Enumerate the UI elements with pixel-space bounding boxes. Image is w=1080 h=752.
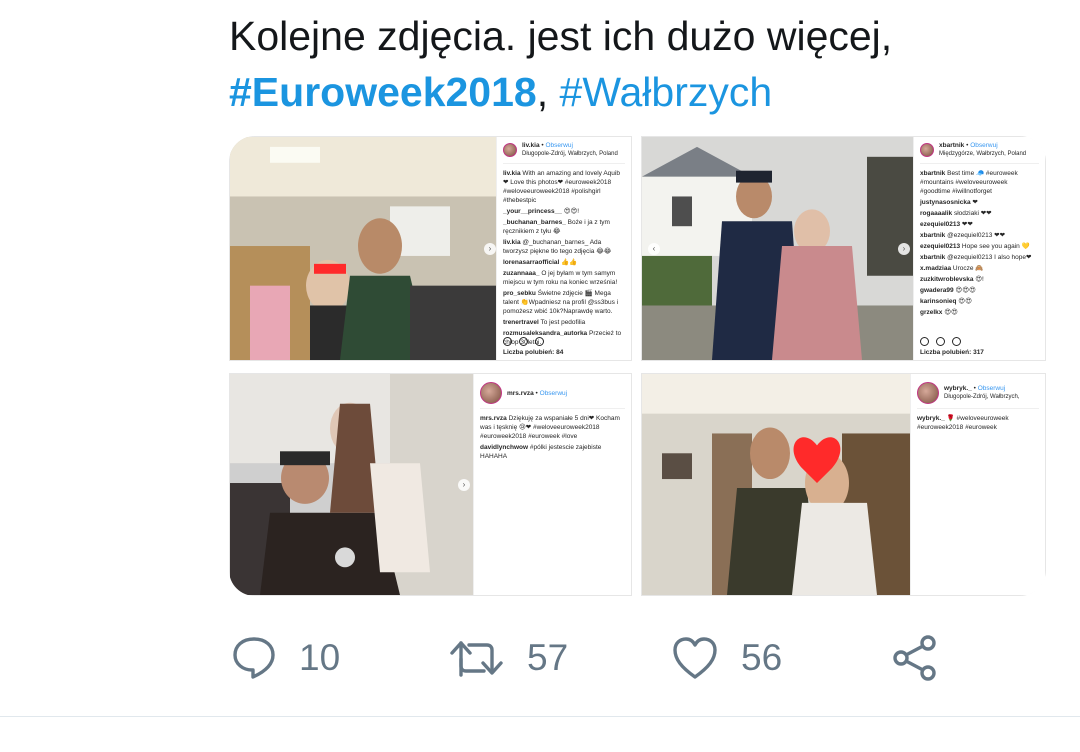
follow-link: Obserwuj: [539, 389, 568, 397]
comment: lorenasarraofficial 👍👍: [503, 259, 578, 266]
comment: wybryk._ 🌹 #weloveeuroweek #euroweek2018…: [917, 415, 1009, 431]
location: Długopole-Zdrój, Wałbrzych,: [944, 394, 1020, 400]
likes-count: Liczba polubień: 317: [920, 349, 984, 356]
instagram-header: wybryk._ • Obserwuj Długopole-Zdrój, Wał…: [917, 382, 1039, 409]
instagram-actions: [920, 337, 961, 346]
tweet-actions: 10 57 56: [229, 630, 949, 686]
likes-count: Liczba polubień: 84: [503, 349, 564, 356]
instagram-actions: [503, 337, 544, 346]
photo-mountain-hug: [642, 137, 915, 360]
retweet-count: 57: [527, 637, 569, 678]
comment: _buchanan_barnes_ Boże i ja z tym ręczni…: [503, 219, 610, 235]
photo-heart-emoji: [642, 374, 912, 595]
comment: x.madziaa Urocze 🙈: [920, 265, 984, 272]
comment: pro_sebku Świetne zdjęcie 🎬 Mega talent …: [503, 290, 619, 315]
instagram-side-panel: wybryk._ • Obserwuj Długopole-Zdrój, Wał…: [910, 374, 1045, 595]
comment-icon: [519, 337, 528, 346]
comments-list: xbartnik Best time 🧢 #euroweek #mountain…: [920, 169, 1039, 317]
share-button[interactable]: [891, 630, 939, 686]
media-tile-3[interactable]: › mrs.rvza • Obserwuj mrs.rvza Dziękuję …: [229, 373, 632, 596]
comment-icon: [936, 337, 945, 346]
comment: xbartnik @ezequiel0213 ❤❤: [920, 232, 1006, 239]
comment: xbartnik Best time 🧢 #euroweek #mountain…: [920, 170, 1018, 195]
comment: _your__princess__ 😍😍!: [503, 208, 580, 215]
hashtag-walbrzych[interactable]: #Wałbrzych: [560, 69, 773, 115]
heart-icon: [920, 337, 929, 346]
comments-list: wybryk._ 🌹 #weloveeuroweek #euroweek2018…: [917, 414, 1039, 432]
comment: liv.kia With an amazing and lovely Aquib…: [503, 170, 620, 204]
follow-link: Obserwuj: [545, 142, 573, 149]
instagram-side-panel: mrs.rvza • Obserwuj mrs.rvza Dziękuję za…: [473, 374, 631, 595]
avatar: [480, 382, 502, 404]
instagram-username: liv.kia: [522, 142, 540, 149]
instagram-header: xbartnik • Obserwuj Międzygórze, Wałbrzy…: [920, 141, 1039, 164]
retweet-button[interactable]: 57: [449, 630, 568, 686]
instagram-header: liv.kia • Obserwuj Długopole-Zdrój, Wałb…: [503, 141, 625, 164]
instagram-username: mrs.rvza: [507, 389, 534, 397]
share-icon: [535, 337, 544, 346]
instagram-username: wybryk._: [944, 385, 972, 392]
like-button[interactable]: 56: [671, 630, 782, 686]
prev-arrow-icon[interactable]: ‹: [648, 242, 660, 255]
location: Długopole-Zdrój, Wałbrzych, Poland: [522, 151, 618, 157]
avatar: [920, 143, 934, 157]
location: Międzygórze, Wałbrzych, Poland: [939, 151, 1027, 157]
reply-button[interactable]: 10: [231, 630, 340, 686]
comments-list: liv.kia With an amazing and lovely Aquib…: [503, 169, 625, 347]
comment: zuzkitwroblevska 😍!: [920, 276, 984, 283]
follow-link: Obserwuj: [970, 142, 998, 149]
comments-list: mrs.rvza Dziękuję za wspaniałe 5 dni❤ Ko…: [480, 414, 625, 461]
media-tile-4[interactable]: wybryk._ • Obserwuj Długopole-Zdrój, Wał…: [641, 373, 1046, 596]
instagram-side-panel: xbartnik • Obserwuj Międzygórze, Wałbrzy…: [913, 137, 1045, 360]
next-arrow-icon[interactable]: ›: [458, 478, 470, 491]
tweet-text: Kolejne zdjęcia. jest ich dużo więcej, #…: [229, 8, 1049, 120]
comment: liv.kia @_buchanan_barnes_ Ada tworzysz …: [503, 239, 612, 255]
tweet-text-line1: Kolejne zdjęcia. jest ich dużo więcej,: [229, 13, 893, 59]
tweet-text-line2: #Euroweek2018, #Wałbrzych: [229, 64, 1049, 120]
instagram-side-panel: liv.kia • Obserwuj Długopole-Zdrój, Wałb…: [496, 137, 631, 360]
comment: ezequiel0213 Hope see you again 💛: [920, 243, 1030, 250]
retweet-icon: [450, 641, 503, 677]
comment: ezequiel0213 ❤❤: [920, 221, 973, 228]
comment: trenertravel To jest pedofilia: [503, 319, 586, 326]
share-icon: [893, 635, 936, 681]
reply-count: 10: [299, 637, 341, 678]
like-icon: [673, 637, 717, 679]
reply-icon: [233, 637, 275, 679]
comment: mrs.rvza Dziękuję za wspaniałe 5 dni❤ Ko…: [480, 415, 620, 440]
comment: davidlynchwow #pólki jestescie zajebiste…: [480, 444, 602, 460]
avatar: [503, 143, 517, 157]
photo-rock-hands: [230, 374, 475, 595]
photo-classroom-selfie: [230, 137, 498, 360]
comment: zuzannaaa_ O jej byłam w tym samym miejs…: [503, 270, 618, 286]
avatar: [917, 382, 939, 404]
next-arrow-icon[interactable]: ›: [898, 242, 910, 255]
media-tile-1[interactable]: › liv.kia • Obserwuj Długopole-Zdrój, Wa…: [229, 136, 632, 361]
instagram-header: mrs.rvza • Obserwuj: [480, 382, 625, 409]
comment: xbartnik @ezequiel0213 I also hope❤: [920, 254, 1032, 261]
next-arrow-icon[interactable]: ›: [484, 242, 496, 255]
follow-link: Obserwuj: [977, 385, 1006, 392]
hashtag-separator: ,: [536, 69, 549, 115]
like-count: 56: [741, 637, 783, 678]
comment: gwadera99 😍😍😍: [920, 287, 976, 294]
comment: justynasosnicka ❤: [920, 199, 978, 206]
divider: [0, 716, 1080, 717]
comment: karinsonieq 😍😍: [920, 298, 972, 305]
comment: rogaaaalik słodziaki ❤❤: [920, 210, 992, 217]
media-grid[interactable]: › liv.kia • Obserwuj Długopole-Zdrój, Wa…: [229, 136, 1046, 596]
media-tile-2[interactable]: ‹ › xbartnik • Obserwuj Międzygórze, Wał…: [641, 136, 1046, 361]
instagram-username: xbartnik: [939, 142, 965, 149]
hashtag-euroweek2018[interactable]: #Euroweek2018: [229, 69, 537, 115]
share-icon: [952, 337, 961, 346]
comment: grzelkx 😍😍: [920, 309, 958, 316]
heart-icon: [503, 337, 512, 346]
